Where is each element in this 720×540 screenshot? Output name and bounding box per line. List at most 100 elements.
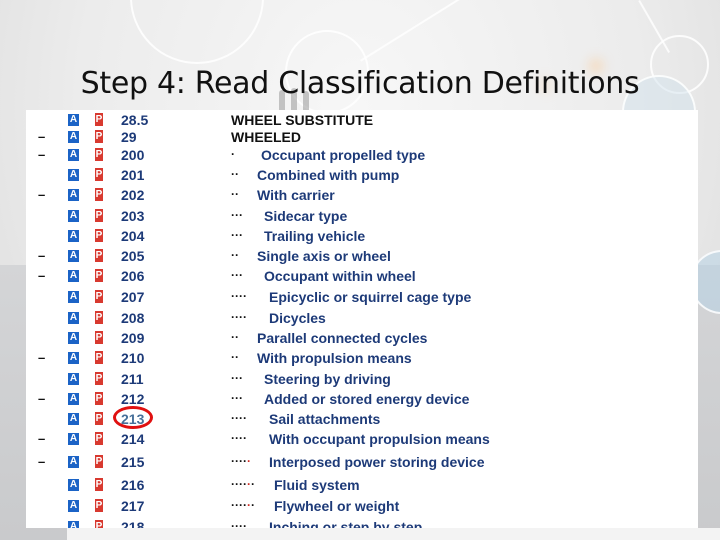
annotation-a-icon[interactable]: A	[68, 393, 79, 405]
annotation-a-icon[interactable]: A	[68, 210, 79, 222]
subclass-title-link[interactable]: Fluid system	[274, 475, 360, 495]
subclass-title-link[interactable]: Occupant propelled type	[261, 145, 425, 165]
pdf-p-icon[interactable]: P	[95, 331, 103, 344]
pdf-p-icon[interactable]: P	[95, 148, 103, 161]
subclass-code-link[interactable]: 216	[121, 475, 144, 495]
subclass-code-link[interactable]: 203	[121, 206, 144, 226]
annotation-a-icon[interactable]: A	[68, 230, 79, 242]
annotation-a-icon[interactable]: A	[68, 291, 79, 303]
indent-dots: ·	[231, 145, 235, 163]
subclass-code-link[interactable]: 215	[121, 452, 144, 472]
subclass-title-link[interactable]: Interposed power storing device	[269, 452, 485, 472]
subclass-code-link[interactable]: 202	[121, 185, 144, 205]
subclass-title-link[interactable]: Parallel connected cycles	[257, 328, 427, 348]
subclass-code-link[interactable]: 217	[121, 496, 144, 516]
indent-dots: ····	[231, 517, 247, 528]
collapse-indicator[interactable]: –	[38, 246, 45, 266]
indent-dots: ···	[231, 389, 243, 407]
indent-dots: ······	[231, 475, 255, 493]
subclass-title-link[interactable]: Occupant within wheel	[264, 266, 416, 286]
schedule-row: – A P 205 ·· Single axis or wheel	[26, 246, 698, 266]
subclass-title-link[interactable]: Steering by driving	[264, 369, 391, 389]
subclass-code-link[interactable]: 29	[121, 127, 137, 147]
subclass-title-link[interactable]: With propulsion means	[257, 348, 412, 368]
indent-dots: ····	[231, 429, 247, 447]
subclass-code-link[interactable]: 207	[121, 287, 144, 307]
class-heading: WHEELED	[231, 129, 301, 145]
subclass-title-link[interactable]: Flywheel or weight	[274, 496, 399, 516]
pdf-p-icon[interactable]: P	[95, 209, 103, 222]
annotation-a-icon[interactable]: A	[68, 521, 79, 528]
subclass-code-link[interactable]: 214	[121, 429, 144, 449]
annotation-a-icon[interactable]: A	[68, 352, 79, 364]
collapse-indicator[interactable]: –	[38, 185, 45, 205]
pdf-p-icon[interactable]: P	[95, 392, 103, 405]
pdf-p-icon[interactable]: P	[95, 229, 103, 242]
annotation-a-icon[interactable]: A	[68, 433, 79, 445]
pdf-p-icon[interactable]: P	[95, 249, 103, 262]
subclass-code-link[interactable]: 200	[121, 145, 144, 165]
annotation-a-icon[interactable]: A	[68, 456, 79, 468]
subclass-title-link[interactable]: Sail attachments	[269, 409, 380, 429]
pdf-p-icon[interactable]: P	[95, 372, 103, 385]
collapse-indicator[interactable]: –	[38, 389, 45, 409]
subclass-title-link[interactable]: Dicycles	[269, 308, 326, 328]
subclass-code-link[interactable]: 201	[121, 165, 144, 185]
subclass-code-link[interactable]: 205	[121, 246, 144, 266]
annotation-a-icon[interactable]: A	[68, 312, 79, 324]
annotation-a-icon[interactable]: A	[68, 270, 79, 282]
indent-dots: ······	[231, 496, 255, 514]
collapse-indicator[interactable]: –	[38, 429, 45, 449]
subclass-code-link[interactable]: 204	[121, 226, 144, 246]
pdf-p-icon[interactable]: P	[95, 188, 103, 201]
pdf-p-icon[interactable]: P	[95, 455, 103, 468]
indent-dots-black: ···	[231, 228, 243, 242]
annotation-a-icon[interactable]: A	[68, 114, 79, 126]
annotation-a-icon[interactable]: A	[68, 413, 79, 425]
subclass-code-link[interactable]: 208	[121, 308, 144, 328]
subclass-title-link[interactable]: Added or stored energy device	[264, 389, 469, 409]
schedule-row: A P 216 ······ Fluid system	[26, 475, 698, 495]
subclass-title-link[interactable]: Sidecar type	[264, 206, 347, 226]
pdf-p-icon[interactable]: P	[95, 520, 103, 528]
pdf-p-icon[interactable]: P	[95, 478, 103, 491]
subclass-code-link[interactable]: 210	[121, 348, 144, 368]
pdf-p-icon[interactable]: P	[95, 113, 103, 126]
pdf-p-icon[interactable]: P	[95, 499, 103, 512]
collapse-indicator[interactable]: –	[38, 266, 45, 286]
annotation-a-icon[interactable]: A	[68, 479, 79, 491]
annotation-a-icon[interactable]: A	[68, 131, 79, 143]
subclass-title-link[interactable]: Inching or step by step	[269, 517, 422, 528]
annotation-a-icon[interactable]: A	[68, 189, 79, 201]
pdf-p-icon[interactable]: P	[95, 269, 103, 282]
annotation-a-icon[interactable]: A	[68, 169, 79, 181]
annotation-a-icon[interactable]: A	[68, 149, 79, 161]
pdf-p-icon[interactable]: P	[95, 412, 103, 425]
annotation-a-icon[interactable]: A	[68, 250, 79, 262]
collapse-indicator[interactable]: –	[38, 348, 45, 368]
pdf-p-icon[interactable]: P	[95, 130, 103, 143]
annotation-a-icon[interactable]: A	[68, 500, 79, 512]
subclass-code-link[interactable]: 206	[121, 266, 144, 286]
subclass-code-link[interactable]: 209	[121, 328, 144, 348]
collapse-indicator[interactable]: –	[38, 145, 45, 165]
subclass-code-link[interactable]: 218	[121, 517, 144, 528]
subclass-title-link[interactable]: With carrier	[257, 185, 335, 205]
annotation-a-icon[interactable]: A	[68, 332, 79, 344]
subclass-code-link[interactable]: 211	[121, 369, 144, 389]
annotation-a-icon[interactable]: A	[68, 373, 79, 385]
collapse-indicator[interactable]: –	[38, 127, 45, 147]
collapse-indicator[interactable]: –	[38, 452, 45, 472]
pdf-p-icon[interactable]: P	[95, 168, 103, 181]
pdf-p-icon[interactable]: P	[95, 432, 103, 445]
subclass-title-link[interactable]: Trailing vehicle	[264, 226, 365, 246]
subclass-title-link[interactable]: Epicyclic or squirrel cage type	[269, 287, 471, 307]
pdf-p-icon[interactable]: P	[95, 311, 103, 324]
indent-dots-tail: ·	[250, 498, 255, 512]
indent-dots-black: ···	[231, 208, 243, 222]
subclass-title-link[interactable]: With occupant propulsion means	[269, 429, 490, 449]
subclass-title-link[interactable]: Combined with pump	[257, 165, 399, 185]
pdf-p-icon[interactable]: P	[95, 351, 103, 364]
subclass-title-link[interactable]: Single axis or wheel	[257, 246, 391, 266]
pdf-p-icon[interactable]: P	[95, 290, 103, 303]
